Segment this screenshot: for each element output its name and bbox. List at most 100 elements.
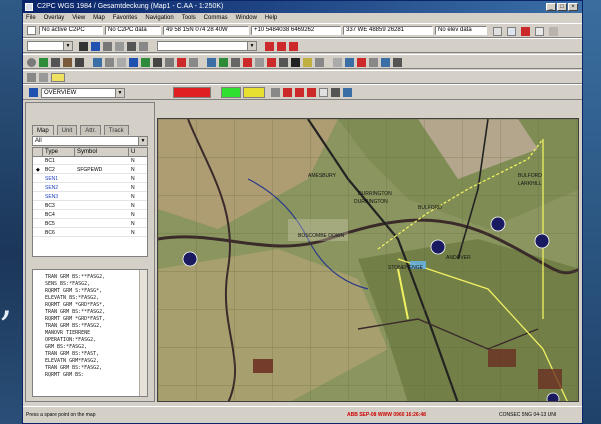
- red-marker-icon[interactable]: [277, 42, 286, 51]
- info-icon[interactable]: [381, 58, 390, 67]
- green-status-button[interactable]: [221, 87, 241, 98]
- edit-icon[interactable]: [271, 88, 280, 97]
- overlay-combo[interactable]: ▼: [157, 41, 257, 51]
- layers-icon[interactable]: [507, 27, 516, 36]
- tab-attr[interactable]: Attr.: [80, 125, 101, 135]
- brown-icon[interactable]: [63, 58, 72, 67]
- track-icon[interactable]: [153, 58, 162, 67]
- unit-marker-2[interactable]: [430, 239, 446, 255]
- green-icon[interactable]: [39, 58, 48, 67]
- table-row[interactable]: BC6 N: [33, 229, 147, 237]
- bulb-icon[interactable]: [303, 58, 312, 67]
- settings-icon[interactable]: [105, 58, 114, 67]
- red-arrow-icon[interactable]: [295, 88, 304, 97]
- table-row[interactable]: BC4 N: [33, 211, 147, 219]
- message-text-box[interactable]: TRAN GRM BS:**FASG2, SENS BS:*FASG2, RQRMT…: [32, 269, 148, 397]
- arrow-icon[interactable]: [345, 58, 354, 67]
- scale-combo[interactable]: ▼: [27, 41, 73, 51]
- table-row[interactable]: BC1 N: [33, 157, 147, 165]
- tab-map[interactable]: Map: [32, 125, 54, 135]
- maximize-button[interactable]: □: [557, 3, 567, 11]
- menu-file[interactable]: File: [26, 13, 36, 23]
- red-point-icon[interactable]: [307, 88, 316, 97]
- window-title: C2PC WGS 1984 / Gesamtdeckung (Map1 - C.…: [37, 3, 224, 10]
- gear-icon[interactable]: [117, 58, 126, 67]
- menu-navigation[interactable]: Navigation: [145, 13, 173, 23]
- menu-commas[interactable]: Commas: [204, 13, 228, 23]
- zoom-icon[interactable]: [103, 42, 112, 51]
- grid-header-symbol[interactable]: Symbol: [75, 148, 129, 157]
- green-flag-icon[interactable]: [141, 58, 150, 67]
- print-icon[interactable]: [333, 58, 342, 67]
- record-icon[interactable]: [279, 58, 288, 67]
- grid-icon[interactable]: [493, 27, 502, 36]
- dark-icon[interactable]: [75, 58, 84, 67]
- pointer-icon[interactable]: [79, 42, 88, 51]
- symbol-icon[interactable]: [165, 58, 174, 67]
- filter-icon[interactable]: [369, 58, 378, 67]
- close-button[interactable]: ×: [568, 3, 578, 11]
- pan-icon[interactable]: [91, 42, 100, 51]
- unit-marker-1[interactable]: [490, 216, 506, 232]
- menu-view[interactable]: View: [72, 13, 85, 23]
- square-outline-icon[interactable]: [319, 88, 328, 97]
- tool-b-icon[interactable]: [39, 73, 48, 82]
- map-view[interactable]: AMESBURY DURRINGTON DURRINGTON BULFORD B…: [157, 118, 579, 402]
- overview-combo[interactable]: OVERVIEW ▼: [41, 88, 125, 98]
- measure-icon[interactable]: [115, 42, 124, 51]
- ruler-icon[interactable]: [189, 58, 198, 67]
- unit-marker-5[interactable]: [546, 392, 560, 402]
- help-icon[interactable]: [393, 58, 402, 67]
- more-icon[interactable]: [549, 27, 558, 36]
- menu-tools[interactable]: Tools: [182, 13, 196, 23]
- delete-icon[interactable]: [243, 58, 252, 67]
- copy-icon[interactable]: [255, 58, 264, 67]
- tool-icon[interactable]: [51, 58, 60, 67]
- yellow-status-button[interactable]: [243, 87, 265, 98]
- square-icon[interactable]: [291, 58, 300, 67]
- navigate-icon[interactable]: [129, 58, 138, 67]
- table-row[interactable]: SEN3 N: [33, 193, 147, 201]
- menu-window[interactable]: Window: [236, 13, 257, 23]
- flag-icon[interactable]: [357, 58, 366, 67]
- alert-icon[interactable]: [521, 27, 530, 36]
- check-icon[interactable]: [219, 58, 228, 67]
- filter-combo[interactable]: All ▼: [32, 136, 148, 146]
- menu-favorites[interactable]: Favorites: [113, 13, 138, 23]
- rotate-icon[interactable]: [331, 88, 340, 97]
- table-row[interactable]: BC5 N: [33, 220, 147, 228]
- menu-overlay[interactable]: Overlay: [44, 13, 65, 23]
- red-symbol-icon[interactable]: [177, 58, 186, 67]
- table-row[interactable]: SEN2 N: [33, 184, 147, 192]
- menu-help[interactable]: Help: [265, 13, 277, 23]
- text-scrollbar[interactable]: [139, 270, 147, 396]
- route-icon[interactable]: [207, 58, 216, 67]
- draw-icon[interactable]: [139, 42, 148, 51]
- globe-icon[interactable]: [27, 58, 36, 67]
- tool-a-icon[interactable]: [27, 73, 36, 82]
- topographic-map[interactable]: AMESBURY DURRINGTON DURRINGTON BULFORD B…: [158, 119, 579, 402]
- window-tile-icon[interactable]: [535, 27, 544, 36]
- unit-marker-4[interactable]: [182, 251, 198, 267]
- red-line-icon[interactable]: [283, 88, 292, 97]
- red-status-button[interactable]: [173, 87, 211, 98]
- pin-icon[interactable]: [315, 58, 324, 67]
- table-row[interactable]: SEN1 N: [33, 175, 147, 183]
- blue-tool-icon[interactable]: [343, 88, 352, 97]
- line-icon[interactable]: [231, 58, 240, 67]
- minimize-button[interactable]: _: [546, 3, 556, 11]
- table-row[interactable]: ◆ BC2 SFGPEWD N: [33, 166, 147, 174]
- highlight-icon[interactable]: [51, 73, 65, 82]
- unit-marker-3[interactable]: [534, 233, 550, 249]
- grid-header-u[interactable]: U: [129, 148, 147, 157]
- table-row[interactable]: BC3 N: [33, 202, 147, 210]
- select-icon[interactable]: [127, 42, 136, 51]
- stop-icon[interactable]: [267, 58, 276, 67]
- menu-map[interactable]: Map: [93, 13, 105, 23]
- tab-track[interactable]: Track: [103, 125, 129, 135]
- tab-unit[interactable]: Unit: [56, 125, 78, 135]
- red-flag-icon[interactable]: [265, 42, 274, 51]
- red-target-icon[interactable]: [289, 42, 298, 51]
- blue-icon[interactable]: [93, 58, 102, 67]
- grid-header-type[interactable]: Type: [43, 148, 75, 157]
